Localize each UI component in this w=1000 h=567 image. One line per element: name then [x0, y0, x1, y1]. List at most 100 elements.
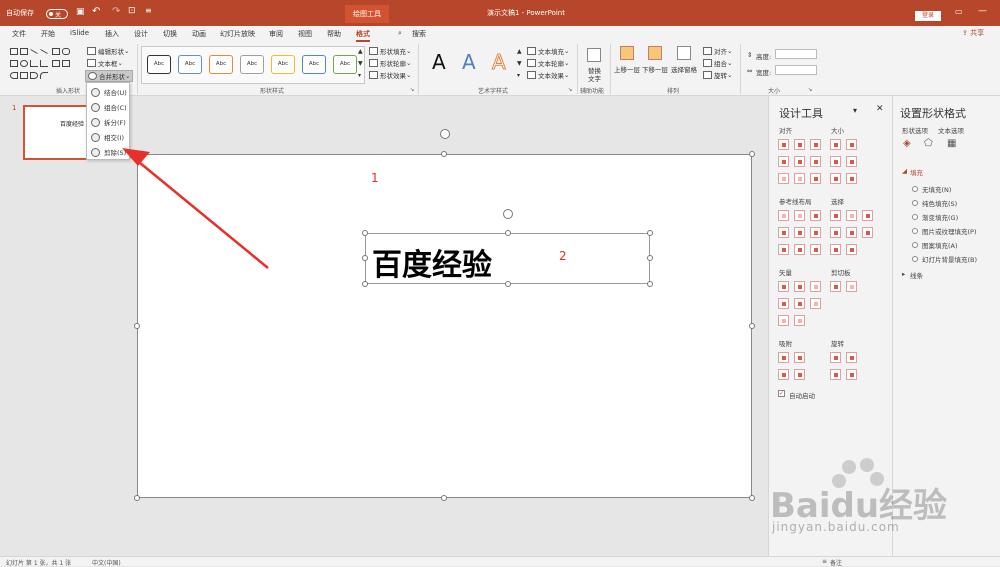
- search-icon[interactable]: ⌕: [398, 29, 402, 38]
- tab-text-options[interactable]: 文本选项: [938, 125, 964, 135]
- autosave-toggle[interactable]: 关: [46, 9, 68, 19]
- tab-file[interactable]: 文件: [12, 29, 26, 39]
- style-preset-3[interactable]: Abc: [209, 55, 233, 74]
- guide-grid-button[interactable]: [778, 244, 789, 255]
- radio-picture-fill[interactable]: 图片或纹理填充(P): [912, 226, 977, 236]
- distribute-h-button[interactable]: [778, 173, 789, 184]
- group-button[interactable]: 组合 ⌄: [703, 58, 732, 68]
- textbox-button[interactable]: 文本框 ⌄: [87, 58, 123, 68]
- tab-view[interactable]: 视图: [298, 29, 312, 39]
- style-preset-5[interactable]: Abc: [271, 55, 295, 74]
- effects-pentagon-icon[interactable]: ⬠: [924, 138, 933, 149]
- style-preset-1[interactable]: Abc: [147, 55, 171, 74]
- guide-left-button[interactable]: [778, 210, 789, 221]
- shape-arrow-line-icon[interactable]: [40, 49, 48, 54]
- guide-right-button[interactable]: [810, 210, 821, 221]
- vector-text-button[interactable]: [778, 315, 789, 326]
- tab-transitions[interactable]: 切换: [163, 29, 177, 39]
- resize-handle[interactable]: [441, 151, 447, 157]
- tab-shape-options[interactable]: 形状选项: [902, 125, 928, 135]
- wordart-orange-outline[interactable]: A: [492, 50, 507, 75]
- resize-handle[interactable]: [134, 323, 140, 329]
- menu-item-union[interactable]: 结合(U): [91, 87, 127, 97]
- snap-top-button[interactable]: [778, 352, 789, 363]
- ribbon-display-icon[interactable]: ▭: [955, 7, 963, 16]
- shape-oval-icon[interactable]: [20, 60, 28, 67]
- menu-item-fragment[interactable]: 拆分(F): [91, 117, 126, 127]
- align-button[interactable]: 对齐 ⌄: [703, 46, 732, 56]
- shape-rectangle-icon[interactable]: [52, 48, 60, 55]
- textbox-handle[interactable]: [647, 255, 653, 261]
- search-box[interactable]: 搜索: [412, 29, 426, 39]
- shapes-gallery[interactable]: [8, 46, 78, 82]
- style-preset-7[interactable]: Abc: [333, 55, 357, 74]
- fit-slide-button[interactable]: [810, 173, 821, 184]
- select-picker-button[interactable]: [862, 210, 873, 221]
- resize-handle[interactable]: [441, 495, 447, 501]
- shape-styles-launcher-icon[interactable]: ↘: [410, 87, 414, 93]
- shape-bracket-icon[interactable]: [40, 72, 48, 79]
- distribute-v-button[interactable]: [794, 173, 805, 184]
- radio-no-fill[interactable]: 无填充(N): [912, 184, 951, 194]
- shape-brace-icon[interactable]: [52, 72, 60, 79]
- guide-rows-button[interactable]: [794, 244, 805, 255]
- fill-section-header[interactable]: 填充: [910, 167, 923, 177]
- save-icon[interactable]: ▣: [76, 7, 85, 17]
- shape-line-icon[interactable]: [30, 49, 38, 54]
- shape-textbox-icon[interactable]: [10, 48, 18, 55]
- radio-pattern-fill[interactable]: 图案填充(A): [912, 240, 958, 250]
- pane-options-icon[interactable]: ▾: [853, 106, 857, 115]
- size-launcher-icon[interactable]: ↘: [808, 87, 812, 93]
- guide-bottom-button[interactable]: [810, 227, 821, 238]
- text-outline-button[interactable]: 文本轮廓 ⌄: [527, 58, 569, 68]
- line-section-header[interactable]: 线条: [910, 270, 923, 280]
- tab-home[interactable]: 开始: [41, 29, 55, 39]
- send-backward-label[interactable]: 下移一层: [642, 64, 668, 74]
- align-center-button[interactable]: [794, 139, 805, 150]
- vector-subtract-button[interactable]: [794, 298, 805, 309]
- shape-outline-button[interactable]: 形状轮廓 ⌄: [369, 58, 411, 68]
- merge-shapes-button[interactable]: 合并形状 ⌄: [85, 70, 134, 82]
- vector-combine-button[interactable]: [794, 281, 805, 292]
- select-line-button[interactable]: [846, 227, 857, 238]
- minimize-icon[interactable]: —: [978, 6, 987, 16]
- tab-islide[interactable]: iSlide: [70, 29, 89, 37]
- menu-item-intersect[interactable]: 相交(I): [91, 132, 124, 142]
- align-bottom-button[interactable]: [810, 156, 821, 167]
- align-left-button[interactable]: [778, 139, 789, 150]
- rotate-button[interactable]: 旋转 ⌄: [703, 70, 732, 80]
- tab-help[interactable]: 帮助: [327, 29, 341, 39]
- width-input[interactable]: [775, 65, 817, 75]
- shape-freeform-icon[interactable]: [20, 72, 28, 79]
- share-button[interactable]: ⇪ 共享: [962, 28, 984, 38]
- shape-textbox-vertical-icon[interactable]: [20, 48, 28, 55]
- rotate-90-button[interactable]: [830, 352, 841, 363]
- slide-canvas[interactable]: [137, 154, 752, 498]
- alt-text-icon[interactable]: [587, 48, 601, 62]
- slide-rotate-handle[interactable]: [440, 129, 450, 139]
- wordart-scroll-up-icon[interactable]: ▲: [517, 48, 522, 55]
- select-same-button[interactable]: [830, 210, 841, 221]
- vector-extra-button[interactable]: [810, 298, 821, 309]
- select-invert-button[interactable]: [830, 244, 841, 255]
- fill-expand-icon[interactable]: ◢: [902, 167, 907, 175]
- align-right-button[interactable]: [810, 139, 821, 150]
- wordart-scroll-down-icon[interactable]: ▼: [517, 60, 522, 67]
- select-similar-button[interactable]: [846, 210, 857, 221]
- tab-animations[interactable]: 动画: [192, 29, 206, 39]
- shape-arrow-icon[interactable]: [62, 60, 70, 67]
- style-preset-4[interactable]: Abc: [240, 55, 264, 74]
- paste-button[interactable]: [846, 281, 857, 292]
- line-expand-icon[interactable]: ▸: [902, 270, 905, 278]
- resize-handle[interactable]: [134, 151, 140, 157]
- shape-curve-icon[interactable]: [10, 72, 18, 79]
- select-cursor-button[interactable]: [862, 227, 873, 238]
- resize-handle[interactable]: [134, 495, 140, 501]
- vector-pen-button[interactable]: [794, 315, 805, 326]
- style-preset-2[interactable]: Abc: [178, 55, 202, 74]
- wordart-blue[interactable]: A: [462, 50, 476, 74]
- shape-star-icon[interactable]: [62, 72, 70, 79]
- menu-item-combine[interactable]: 组合(C): [91, 102, 127, 112]
- radio-gradient-fill[interactable]: 渐变填充(G): [912, 212, 958, 222]
- shape-rounded-rect-icon[interactable]: [62, 48, 70, 55]
